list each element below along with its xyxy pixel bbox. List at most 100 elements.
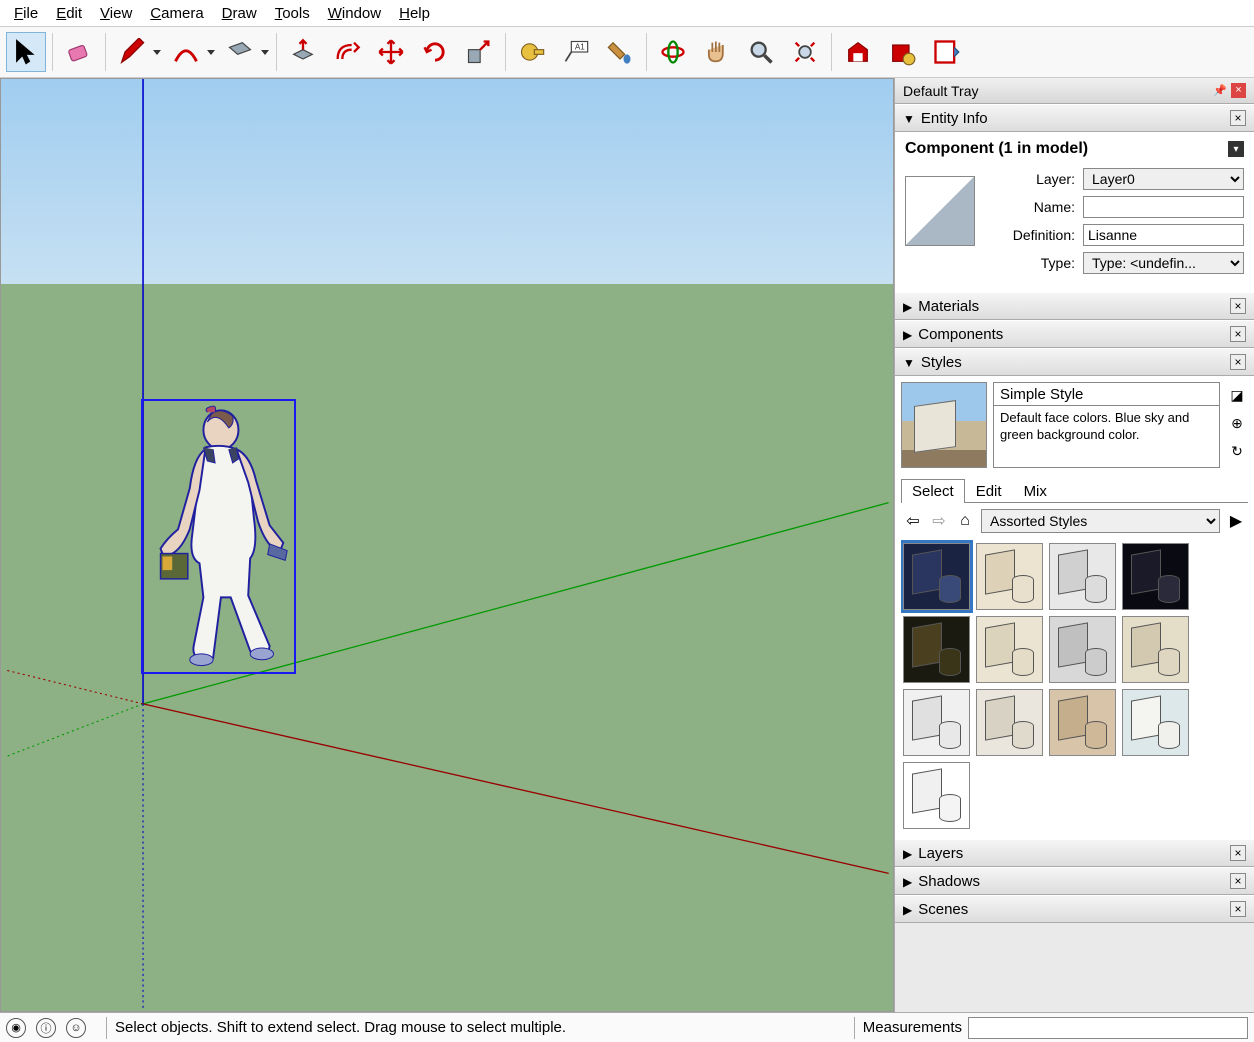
panel-close-icon[interactable]: × (1230, 326, 1246, 342)
pin-icon[interactable]: 📌 (1213, 84, 1227, 97)
offset-tool[interactable] (327, 32, 367, 72)
style-update-icon[interactable]: ↻ (1228, 442, 1246, 460)
name-input[interactable] (1083, 196, 1244, 218)
layer-label: Layer: (995, 171, 1075, 187)
menu-tools[interactable]: Tools (267, 3, 318, 24)
panel-close-icon[interactable]: × (1230, 901, 1246, 917)
select-tool[interactable] (6, 32, 46, 72)
svg-text:A1: A1 (575, 43, 585, 52)
panel-components-header[interactable]: ▶Components × (895, 320, 1254, 348)
style-thumbnail[interactable] (1122, 689, 1189, 756)
nav-forward-icon[interactable]: ⇨ (929, 511, 949, 531)
tray-close-icon[interactable]: × (1231, 83, 1246, 98)
panel-entity-info-header[interactable]: ▼Entity Info × (895, 104, 1254, 132)
type-label: Type: (995, 255, 1075, 271)
menu-draw[interactable]: Draw (214, 3, 265, 24)
panel-scenes-header[interactable]: ▶Scenes × (895, 895, 1254, 923)
menu-window[interactable]: Window (320, 3, 389, 24)
arc-tool[interactable] (166, 32, 206, 72)
zoom-tool[interactable] (741, 32, 781, 72)
panel-styles-header[interactable]: ▼Styles × (895, 348, 1254, 376)
panel-close-icon[interactable]: × (1230, 873, 1246, 889)
warehouse-tool[interactable] (838, 32, 878, 72)
tape-tool[interactable] (512, 32, 552, 72)
panel-close-icon[interactable]: × (1230, 354, 1246, 370)
pencil-tool-dropdown[interactable] (152, 50, 162, 55)
style-thumbnail[interactable] (1049, 689, 1116, 756)
person-icon[interactable]: ☺ (66, 1018, 86, 1038)
default-tray: Default Tray 📌 × ▼Entity Info × Componen… (894, 78, 1254, 1012)
expand-icon[interactable]: ▾ (1228, 141, 1244, 157)
style-thumbnail[interactable] (903, 543, 970, 610)
panel-close-icon[interactable]: × (1230, 298, 1246, 314)
scale-tool[interactable] (459, 32, 499, 72)
type-select[interactable]: Type: <undefin... (1083, 252, 1244, 274)
move-tool[interactable] (371, 32, 411, 72)
tray-title-label: Default Tray (903, 83, 978, 99)
style-display-icon[interactable]: ◪ (1228, 386, 1246, 404)
menu-edit[interactable]: Edit (48, 3, 90, 24)
panel-shadows-header[interactable]: ▶Shadows × (895, 867, 1254, 895)
measurements-input[interactable] (968, 1017, 1248, 1039)
material-preview[interactable] (905, 176, 975, 246)
rotate-tool[interactable] (415, 32, 455, 72)
panel-materials-header[interactable]: ▶Materials × (895, 292, 1254, 320)
style-thumbnail[interactable] (976, 616, 1043, 683)
3d-viewport[interactable] (0, 78, 894, 1012)
style-desc-field[interactable]: Default face colors. Blue sky and green … (993, 406, 1220, 468)
main-toolbar: A1 (0, 26, 1254, 78)
eraser-tool[interactable] (59, 32, 99, 72)
menu-camera[interactable]: Camera (142, 3, 211, 24)
layer-select[interactable]: Layer0 (1083, 168, 1244, 190)
rectangle-tool[interactable] (220, 32, 260, 72)
arc-tool-dropdown[interactable] (206, 50, 216, 55)
style-collection-select[interactable]: Assorted Styles (981, 509, 1220, 533)
pushpull-tool[interactable] (283, 32, 323, 72)
entity-info-panel: Component (1 in model) ▾ Layer: Layer0 N… (895, 132, 1254, 292)
tab-mix[interactable]: Mix (1013, 479, 1058, 503)
entity-heading: Component (1 in model) (905, 140, 1088, 158)
style-thumbnail[interactable] (976, 543, 1043, 610)
credits-icon[interactable]: ⓘ (36, 1018, 56, 1038)
style-thumbnail[interactable] (903, 689, 970, 756)
style-thumbnail[interactable] (903, 762, 970, 829)
tab-select[interactable]: Select (901, 479, 965, 503)
selected-component[interactable] (141, 399, 296, 674)
layout-tool[interactable] (926, 32, 966, 72)
text-tool[interactable]: A1 (556, 32, 596, 72)
menu-view[interactable]: View (92, 3, 140, 24)
nav-home-icon[interactable]: ⌂ (955, 511, 975, 531)
zoom-extents-tool[interactable] (785, 32, 825, 72)
style-thumbnail[interactable] (903, 616, 970, 683)
styles-panel: Simple Style Default face colors. Blue s… (895, 376, 1254, 839)
extension-tool[interactable] (882, 32, 922, 72)
style-thumbnail[interactable] (1122, 543, 1189, 610)
style-thumbnail[interactable] (1122, 616, 1189, 683)
pan-tool[interactable] (697, 32, 737, 72)
panel-close-icon[interactable]: × (1230, 110, 1246, 126)
style-thumbnail[interactable] (1049, 616, 1116, 683)
status-bar: ◉ ⓘ ☺ Select objects. Shift to extend se… (0, 1012, 1254, 1042)
nav-back-icon[interactable]: ⇦ (903, 511, 923, 531)
nav-details-icon[interactable]: ▶ (1226, 511, 1246, 531)
menu-file[interactable]: File (6, 3, 46, 24)
rectangle-tool-dropdown[interactable] (260, 50, 270, 55)
orbit-tool[interactable] (653, 32, 693, 72)
style-grid (901, 539, 1248, 833)
style-tabs: Select Edit Mix (901, 478, 1248, 503)
menu-help[interactable]: Help (391, 3, 438, 24)
style-create-icon[interactable]: ⊕ (1228, 414, 1246, 432)
definition-input[interactable] (1083, 224, 1244, 246)
tray-title-bar[interactable]: Default Tray 📌 × (895, 78, 1254, 104)
style-thumbnail[interactable] (1049, 543, 1116, 610)
tab-edit[interactable]: Edit (965, 479, 1013, 503)
pencil-tool[interactable] (112, 32, 152, 72)
current-style-thumb[interactable] (901, 382, 987, 468)
panel-layers-header[interactable]: ▶Layers × (895, 839, 1254, 867)
paint-tool[interactable] (600, 32, 640, 72)
geo-icon[interactable]: ◉ (6, 1018, 26, 1038)
panel-close-icon[interactable]: × (1230, 845, 1246, 861)
style-name-field[interactable]: Simple Style (993, 382, 1220, 406)
definition-label: Definition: (995, 227, 1075, 243)
style-thumbnail[interactable] (976, 689, 1043, 756)
